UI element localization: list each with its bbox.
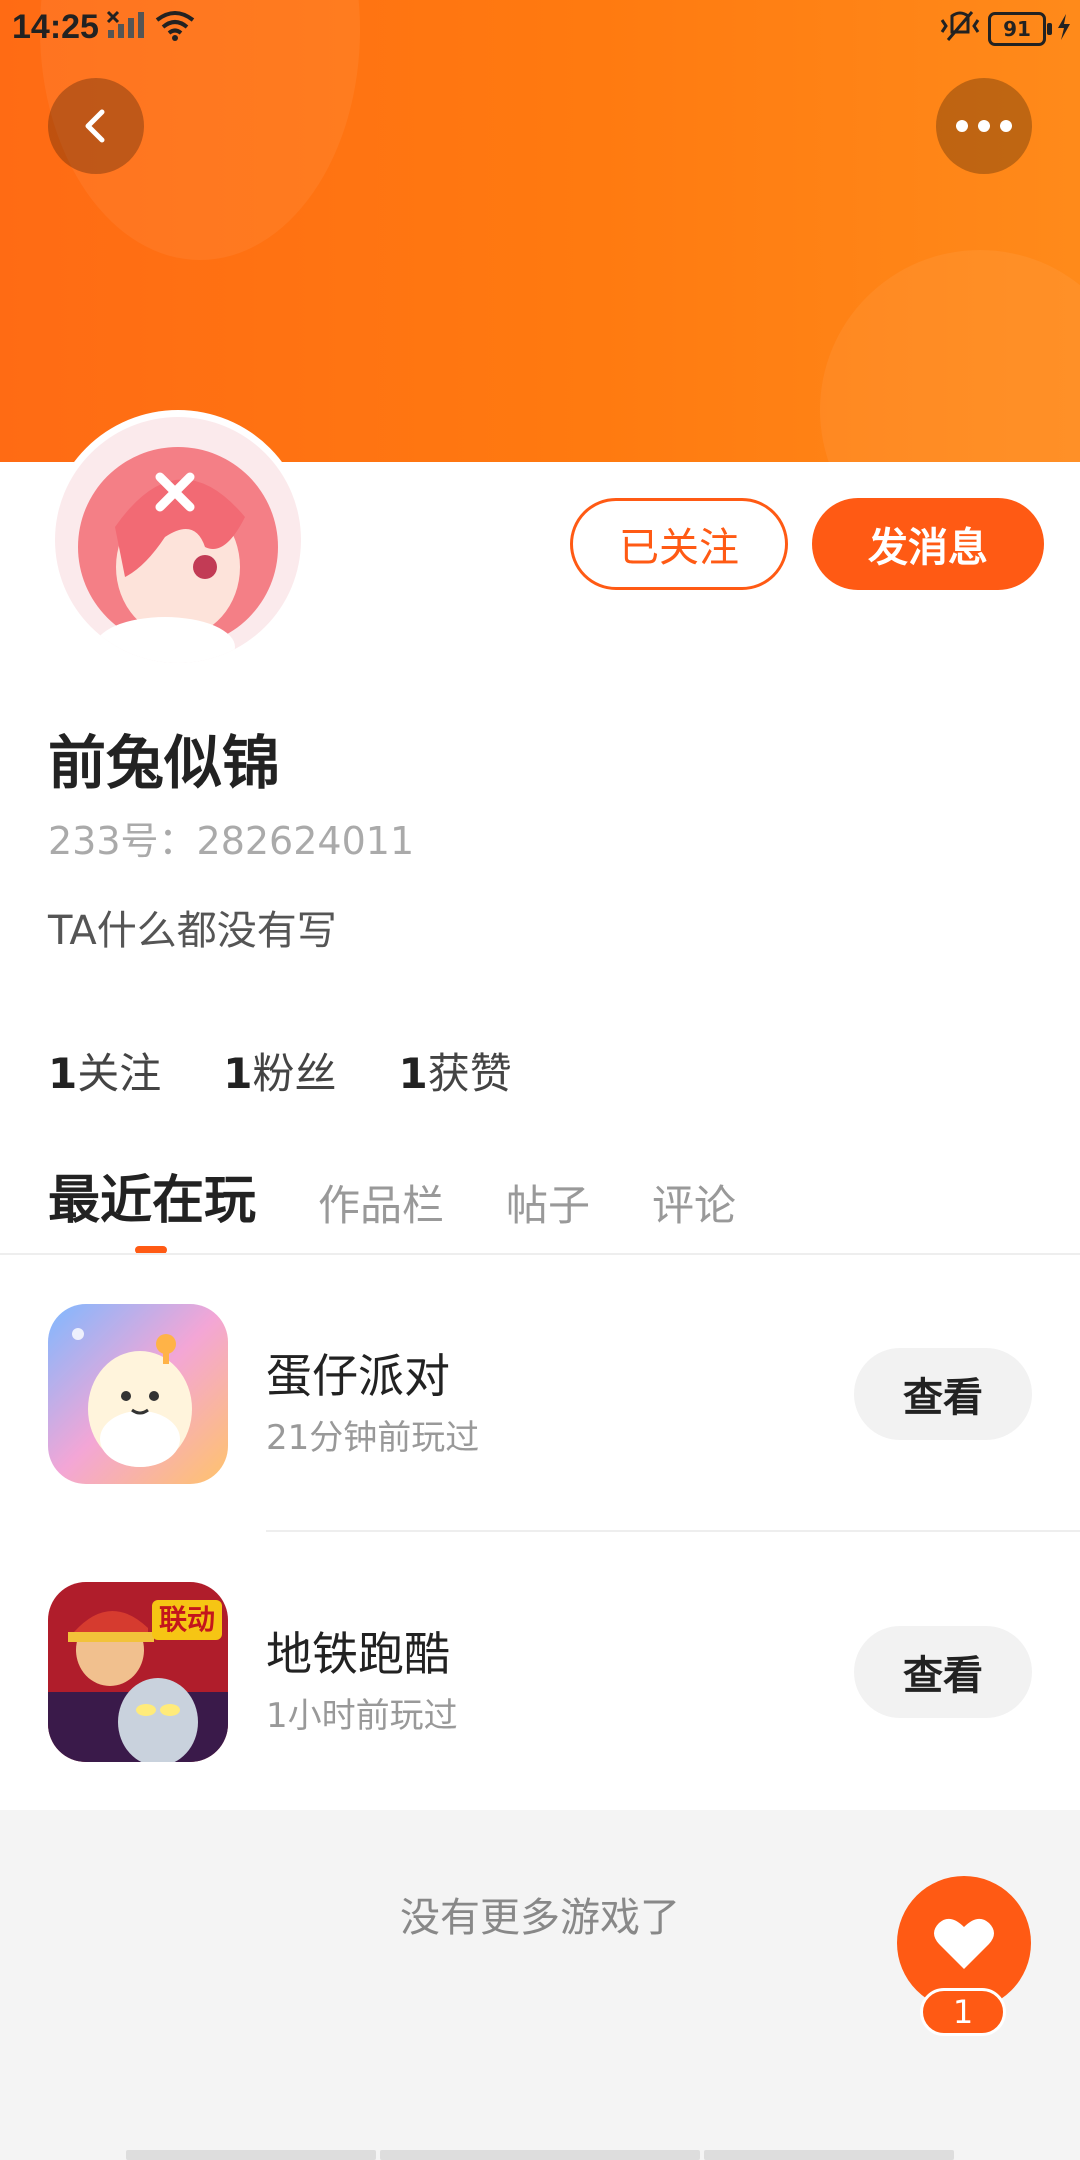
status-time: 14:25 xyxy=(12,8,99,46)
vibrate-mute-icon xyxy=(938,10,982,48)
tab-comments[interactable]: 评论 xyxy=(652,1172,736,1233)
banner-decoration xyxy=(820,250,1080,462)
like-count-badge: 1 xyxy=(920,1988,1006,2036)
profile-banner xyxy=(0,0,1080,462)
user-id: 233号：282624011 xyxy=(48,819,415,863)
battery-indicator: 91 xyxy=(988,12,1052,46)
game-name: 地铁跑酷 xyxy=(266,1627,450,1681)
bottom-bar xyxy=(704,2150,954,2160)
status-bar: 14:25 91 xyxy=(0,0,1080,56)
wifi-icon xyxy=(154,10,196,46)
game-icon-eggy-party xyxy=(48,1304,228,1484)
game-icon-subway-surfers: 联动 xyxy=(48,1582,228,1762)
chevron-left-icon xyxy=(85,109,105,143)
view-game-button[interactable]: 查看 xyxy=(854,1626,1032,1718)
profile-tabs: 最近在玩 作品栏 帖子 评论 xyxy=(48,1158,798,1233)
bottom-bar xyxy=(126,2150,376,2160)
profile-stats: 1关注 1粉丝 1获赞 xyxy=(48,1040,512,1101)
back-button[interactable] xyxy=(48,78,144,174)
username: 前兔似锦 xyxy=(48,729,281,797)
tab-works[interactable]: 作品栏 xyxy=(318,1172,444,1233)
game-last-played: 1小时前玩过 xyxy=(266,1696,458,1736)
stat-fans[interactable]: 1粉丝 xyxy=(223,1040,336,1101)
list-item[interactable]: 联动 地铁跑酷 1小时前玩过 查看 xyxy=(0,1532,1080,1810)
more-dots-icon xyxy=(956,120,1012,132)
stat-likes[interactable]: 1获赞 xyxy=(399,1040,512,1101)
game-last-played: 21分钟前玩过 xyxy=(266,1418,480,1458)
game-icon-badge: 联动 xyxy=(158,1603,215,1636)
user-bio: TA什么都没有写 xyxy=(48,908,337,954)
view-game-button[interactable]: 查看 xyxy=(854,1348,1032,1440)
more-options-button[interactable] xyxy=(936,78,1032,174)
followed-button[interactable]: 已关注 xyxy=(570,498,788,590)
bottom-bar xyxy=(380,2150,700,2160)
stat-following[interactable]: 1关注 xyxy=(48,1040,161,1101)
tab-recently-played[interactable]: 最近在玩 xyxy=(48,1158,256,1233)
list-item[interactable]: 蛋仔派对 21分钟前玩过 查看 xyxy=(0,1254,1080,1532)
tab-posts[interactable]: 帖子 xyxy=(506,1172,590,1233)
avatar[interactable] xyxy=(48,410,308,670)
charging-icon xyxy=(1056,14,1072,44)
send-message-button[interactable]: 发消息 xyxy=(812,498,1044,590)
game-name: 蛋仔派对 xyxy=(266,1349,450,1403)
heart-icon xyxy=(934,1918,994,1969)
avatar-image xyxy=(55,417,301,663)
signal-icon xyxy=(106,10,146,44)
